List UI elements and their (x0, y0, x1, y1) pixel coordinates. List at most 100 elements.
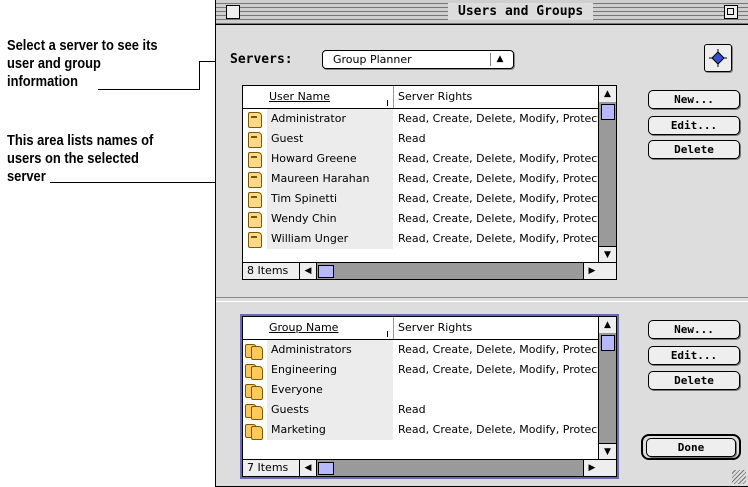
user-rights: Read, Create, Delete, Modify, Protect (398, 232, 600, 245)
group-rights (398, 380, 600, 400)
scroll-down-arrow-icon[interactable]: ▼ (599, 443, 616, 460)
group-rights: Read, Create, Delete, Modify, Protect (398, 363, 600, 376)
user-item-count: 8 Items (247, 264, 289, 277)
list-item[interactable]: Tim Spinetti Read, Create, Delete, Modif… (243, 189, 600, 209)
user-name: Wendy Chin (267, 209, 393, 229)
title-bar[interactable]: Users and Groups (216, 0, 748, 25)
user-rights: Read, Create, Delete, Modify, Protect (398, 152, 600, 165)
scroll-up-arrow-icon[interactable]: ▲ (599, 86, 616, 102)
edit-user-button[interactable]: Edit... (648, 116, 740, 135)
callout-leader-line (199, 61, 200, 90)
list-item[interactable]: Administrator Read, Create, Delete, Modi… (243, 109, 600, 129)
user-face-icon (248, 232, 262, 248)
group-item-count: 7 Items (247, 461, 289, 474)
network-server-button[interactable] (704, 44, 732, 72)
list-item[interactable]: Howard Greene Read, Create, Delete, Modi… (243, 149, 600, 169)
scroll-left-arrow-icon[interactable]: ◀ (300, 263, 317, 279)
user-list-vertical-scrollbar[interactable]: ▲ ▼ (598, 86, 616, 263)
edit-group-button[interactable]: Edit... (648, 346, 740, 365)
user-face-icon (248, 152, 262, 168)
callout-line: users on the selected (7, 150, 139, 167)
group-list-horizontal-scrollbar[interactable]: ◀ ▶ (299, 460, 600, 476)
scroll-thumb[interactable] (601, 335, 615, 351)
server-rights-column-header[interactable]: Server Rights (398, 321, 472, 334)
group-list-header: Group Name Server Rights (243, 317, 600, 340)
user-face-icon (248, 192, 262, 208)
window-title: Users and Groups (448, 3, 594, 20)
column-resize-tick (387, 100, 388, 106)
group-name-column-header[interactable]: Group Name (269, 321, 338, 334)
user-name: Guest (267, 129, 393, 149)
group-list-panel[interactable]: Group Name Server Rights Administrators … (240, 314, 619, 479)
list-item[interactable]: Engineering Read, Create, Delete, Modify… (243, 360, 600, 380)
close-box-icon[interactable] (226, 5, 240, 19)
list-item[interactable]: Administrators Read, Create, Delete, Mod… (243, 340, 600, 360)
scroll-up-arrow-icon[interactable]: ▲ (599, 317, 616, 333)
scroll-down-arrow-icon[interactable]: ▼ (599, 246, 616, 263)
callout-line: user and group (7, 55, 101, 72)
zoom-box-icon[interactable] (724, 5, 738, 19)
callout-user-list: This area lists names of users on the se… (7, 132, 153, 186)
user-rights: Read, Create, Delete, Modify, Protect (398, 192, 600, 205)
server-popup-value: Group Planner (333, 53, 412, 66)
user-face-icon (248, 212, 262, 228)
user-list-header: User Name Server Rights (243, 86, 600, 109)
group-name: Everyone (267, 380, 393, 400)
new-group-button[interactable]: New... (648, 320, 740, 339)
user-name: Tim Spinetti (267, 189, 393, 209)
scroll-right-arrow-icon[interactable]: ▶ (583, 460, 600, 476)
callout-line: server (7, 168, 46, 185)
users-and-groups-window: Users and Groups Servers: Group Planner … (215, 0, 748, 487)
user-name: Administrator (267, 109, 393, 129)
user-face-icon (248, 172, 262, 188)
server-rights-column-header[interactable]: Server Rights (398, 90, 472, 103)
group-faces-icon (245, 383, 263, 400)
group-list-vertical-scrollbar[interactable]: ▲ ▼ (598, 317, 616, 460)
column-divider (393, 86, 394, 108)
list-item[interactable]: Guest Read (243, 129, 600, 149)
user-name: Maureen Harahan (267, 169, 393, 189)
server-popup-menu[interactable]: Group Planner ▲ (322, 50, 514, 69)
user-rights: Read (398, 132, 426, 145)
user-rows: Administrator Read, Create, Delete, Modi… (243, 109, 600, 261)
group-name: Administrators (267, 340, 393, 360)
group-faces-icon (245, 423, 263, 440)
delete-group-button[interactable]: Delete (648, 371, 740, 390)
user-name: Howard Greene (267, 149, 393, 169)
list-item[interactable]: Maureen Harahan Read, Create, Delete, Mo… (243, 169, 600, 189)
updown-arrows-icon: ▲ (490, 53, 509, 66)
user-name: William Unger (267, 229, 393, 249)
list-item[interactable]: Everyone (243, 380, 600, 400)
group-name: Marketing (267, 420, 393, 440)
scroll-thumb[interactable] (318, 265, 334, 278)
delete-user-button[interactable]: Delete (648, 140, 740, 159)
scroll-left-arrow-icon[interactable]: ◀ (300, 460, 317, 476)
user-list-horizontal-scrollbar[interactable]: ◀ ▶ (299, 263, 600, 279)
user-list-panel[interactable]: User Name Server Rights Administrator Re… (242, 85, 617, 280)
done-button[interactable]: Done (646, 438, 736, 457)
group-name: Guests (267, 400, 393, 420)
list-item[interactable]: Guests Read (243, 400, 600, 420)
new-user-button[interactable]: New... (648, 90, 740, 109)
user-list-footer: 8 Items ◀ ▶ (243, 262, 616, 279)
scroll-right-arrow-icon[interactable]: ▶ (583, 263, 600, 279)
user-rights: Read, Create, Delete, Modify, Protect (398, 112, 600, 125)
list-item[interactable]: Wendy Chin Read, Create, Delete, Modify,… (243, 209, 600, 229)
done-button-ring: Done (641, 434, 741, 460)
list-item[interactable]: William Unger Read, Create, Delete, Modi… (243, 229, 600, 249)
user-rights: Read, Create, Delete, Modify, Protect (398, 212, 600, 225)
user-name-column-header[interactable]: User Name (269, 90, 330, 103)
resize-grow-box-icon[interactable] (732, 470, 746, 484)
pane-divider[interactable] (216, 297, 748, 302)
group-name: Engineering (267, 360, 393, 380)
scroll-thumb[interactable] (601, 104, 615, 120)
servers-label: Servers: (230, 52, 293, 67)
list-item[interactable]: Marketing Read, Create, Delete, Modify, … (243, 420, 600, 440)
callout-leader-line (98, 89, 200, 90)
group-rights: Read, Create, Delete, Modify, Protect (398, 423, 600, 436)
group-faces-icon (245, 343, 263, 360)
column-divider (393, 317, 394, 339)
scroll-thumb[interactable] (318, 462, 334, 475)
group-rights: Read, Create, Delete, Modify, Protect (398, 343, 600, 356)
group-list-footer: 7 Items ◀ ▶ (243, 459, 616, 476)
